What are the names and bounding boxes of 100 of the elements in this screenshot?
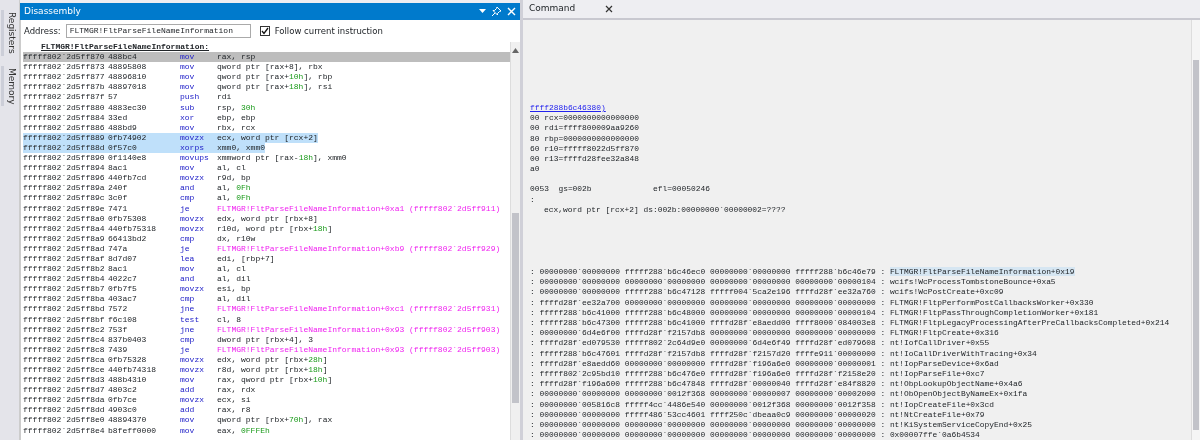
operands-text: al, dil [217, 294, 251, 305]
close-icon[interactable] [605, 5, 614, 13]
bytes-text: 488b4310 [108, 375, 148, 386]
address-text: fffff802`2d5ff886 [23, 122, 106, 133]
operands-text: ecx, si [217, 395, 251, 406]
mnemonic-text: cmp [180, 294, 196, 305]
operands-text: eax, 0FFFEh [217, 425, 270, 436]
address-text: fffff802`2d5ff88d [23, 142, 108, 154]
address-text: fffff802`2d5ff894 [23, 163, 106, 174]
bytes-text: 440fb74318 [108, 365, 157, 376]
bytes-text: 440fb75318 [108, 223, 157, 234]
mnemonic-text: and [180, 274, 196, 285]
bytes-text: 33ed [108, 112, 129, 123]
mnemonic-text: jne [180, 304, 196, 315]
current-row[interactable]: fffff802`2d5ff870 488bc4 mov rax, rsp [23, 52, 510, 63]
mnemonic-text: sub [180, 102, 196, 113]
mnemonic-text: add [180, 385, 196, 396]
scroll-up-icon[interactable] [512, 48, 519, 53]
mnemonic-text: mov [180, 264, 196, 275]
bytes-text: 0fb7f5 [108, 284, 138, 295]
dropdown-icon[interactable] [479, 9, 486, 14]
bytes-text: 7471 [108, 203, 129, 214]
mnemonic-text: lea [180, 253, 196, 265]
bytes-text: 4883ec30 [108, 102, 148, 113]
mnemonic-text: mov [180, 375, 196, 386]
operands-text: al, dil [217, 274, 251, 285]
bytes-text: 48896810 [108, 72, 148, 83]
tab-label[interactable]: Command [529, 2, 576, 16]
mnemonic-text: movzx [180, 173, 205, 184]
bytes-text: b8feff0000 [108, 425, 157, 436]
command-tab[interactable]: Command [523, 0, 620, 19]
mnemonic-text: cmp [180, 193, 196, 204]
branch-target-text: FLTMGR!FltParseFileNameInformation+0xc1 (fffff802`2d5ff931) [217, 304, 501, 315]
bytes-text: 403ac7 [108, 294, 138, 305]
address-text: fffff802`2d5ff8c2 [23, 324, 106, 335]
address-text: fffff802`2d5ff873 [23, 62, 106, 73]
address-text: fffff802`2d5ff870 [23, 52, 106, 63]
bytes-text: 7572 [108, 304, 129, 315]
bytes-text: 488bd9 [108, 122, 138, 133]
operands-text: rdi [217, 92, 232, 103]
mnemonic-text: mov [180, 163, 196, 174]
bytes-text: 0fb74902 [108, 132, 180, 143]
pin-icon[interactable] [492, 7, 501, 16]
address-text: fffff802`2d5ff8d7 [23, 385, 106, 396]
address-text: fffff802`2d5ff8ba [23, 294, 106, 305]
mnemonic-text: mov [180, 82, 196, 93]
operands-text: qword ptr [rax+18h], rsi [217, 82, 333, 93]
bytes-text: 48894370 [108, 415, 148, 426]
scroll-thumb[interactable] [512, 213, 519, 403]
operands-text: rsp, 30h [217, 102, 256, 113]
operands-text: rax, rdx [217, 385, 256, 396]
mnemonic-text: je [180, 243, 191, 254]
operands-text: rax, qword ptr [rbx+10h] [217, 375, 333, 386]
mnemonic-text: movzx [180, 365, 205, 376]
operands-text: cl, 8 [217, 314, 241, 325]
operands-text: r8d, word ptr [rbx+18h] [217, 365, 328, 376]
selected-row[interactable]: fffff802`2d5ff889 0fb74902 movzx ecx, word ptr [rcx+2] [23, 132, 510, 143]
address-field[interactable]: FLTMGR!FltParseFileNameInformation [65, 24, 251, 38]
address-text: fffff802`2d5ff8ca [23, 354, 106, 365]
address-text: fffff802`2d5ff880 [23, 102, 106, 113]
address-text: fffff802`2d5ff8dd [23, 405, 106, 416]
scrollbar[interactable] [1191, 20, 1200, 440]
address-text: fffff802`2d5ff8d3 [23, 375, 106, 386]
bytes-text: 4022c7 [108, 274, 138, 285]
panel-title: Disassembly [24, 4, 82, 18]
bytes-text: 753f [108, 324, 129, 335]
operands-text: edx, word ptr [rbx+8] [217, 213, 318, 224]
mnemonic-text: movzx [180, 213, 205, 224]
bytes-text: 440fb7cd [108, 173, 148, 184]
bytes-text: 48895808 [108, 62, 148, 73]
mnemonic-text: xorps [180, 142, 217, 154]
mnemonic-text: je [180, 203, 191, 214]
address-text: fffff802`2d5ff8e4 [23, 425, 106, 436]
branch-target-text: FLTMGR!FltParseFileNameInformation+0x93 (fffff802`2d5ff903) [217, 324, 501, 335]
bytes-text: 57 [108, 92, 119, 103]
selected-row[interactable]: fffff802`2d5ff88d 0f57c0 xorps xmm0, xmm0 [23, 142, 510, 154]
address-text: fffff802`2d5ff8a9 [23, 233, 106, 244]
address-text: fffff802`2d5ff8b4 [23, 274, 106, 285]
address-text: fffff802`2d5ff877 [23, 72, 106, 83]
side-tab[interactable]: Memory [1, 65, 18, 107]
scrollbar[interactable] [510, 42, 520, 440]
operands-text: xmmword ptr [rax-18h], xmm0 [217, 153, 347, 164]
operands-text: edi, [rbp+7] [217, 253, 275, 265]
address-text: fffff802`2d5ff8bd [23, 304, 106, 315]
mnemonic-text: add [180, 405, 196, 416]
bytes-text: 4803c2 [108, 385, 138, 396]
address-text: fffff802`2d5ff8da [23, 395, 106, 406]
mnemonic-text: mov [180, 62, 196, 73]
address-text: fffff802`2d5ff889 [23, 132, 108, 143]
mnemonic-text: movzx [180, 223, 205, 234]
follow-checkbox[interactable] [259, 26, 270, 36]
branch-target-text: FLTMGR!FltParseFileNameInformation+0xb9 (fffff802`2d5ff929) [217, 243, 501, 254]
operands-text: al, cl [217, 264, 246, 275]
scroll-thumb[interactable] [1193, 60, 1199, 430]
address-text: fffff802`2d5ff89e [23, 203, 106, 214]
side-tab[interactable]: Registers [1, 10, 18, 56]
operands-text: al, 0Fh [217, 193, 251, 204]
operands-text: qword ptr [rax+8], rbx [217, 62, 323, 73]
operands-text: edx, word ptr [rbx+28h] [217, 354, 328, 365]
address-text: fffff802`2d5ff8b7 [23, 284, 106, 295]
